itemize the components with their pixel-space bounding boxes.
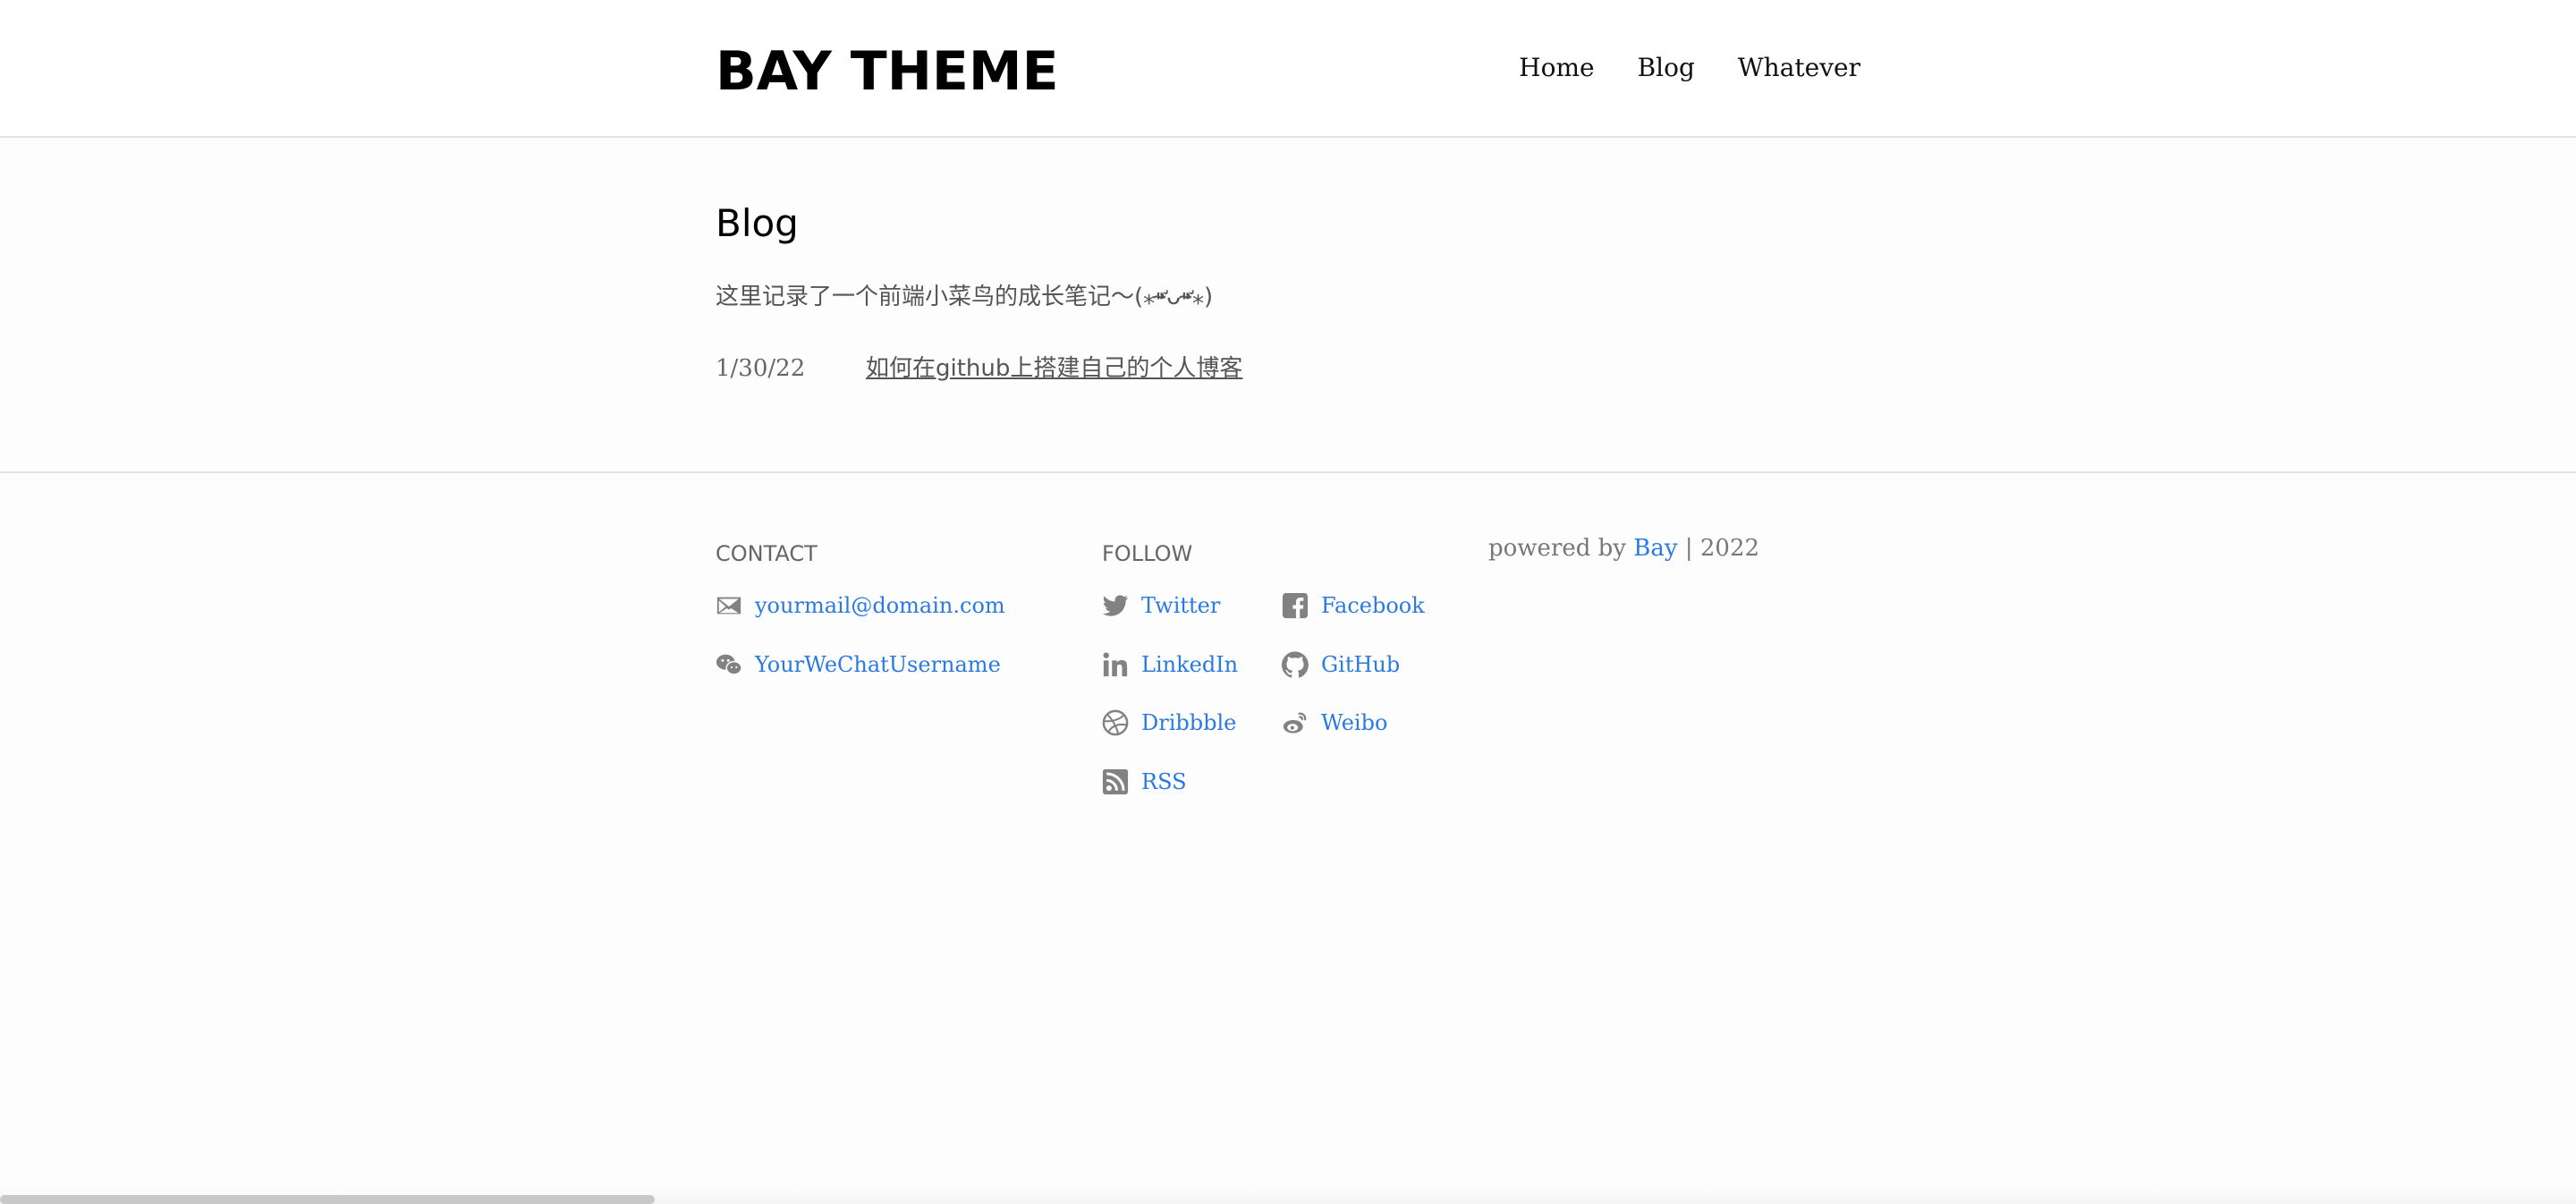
site-header: BAY THEME Home Blog Whatever [0,0,2576,138]
github-icon [1282,651,1309,678]
post-title-link[interactable]: 如何在github上搭建自己的个人博客 [866,351,1242,386]
powered-year: 2022 [1699,535,1760,562]
powered-prefix: powered by [1488,535,1626,562]
post-date: 1/30/22 [716,355,806,382]
contact-wechat-item: YourWeChatUsername [716,649,1001,681]
wechat-icon [716,651,742,678]
follow-github-item: GitHub [1282,649,1400,681]
follow-twitter-item: Twitter [1102,589,1220,622]
facebook-icon [1282,592,1309,619]
follow-linkedin-link[interactable]: LinkedIn [1141,649,1238,681]
site-logo[interactable]: BAY THEME [716,36,1059,107]
twitter-icon [1102,592,1129,619]
follow-rss-link[interactable]: RSS [1141,766,1187,798]
follow-twitter-link[interactable]: Twitter [1141,589,1220,622]
contact-email-link[interactable]: yourmail@domain.com [755,589,1005,622]
nav-whatever[interactable]: Whatever [1738,50,1860,86]
scrollbar-thumb[interactable] [0,1195,655,1204]
follow-linkedin-item: LinkedIn [1102,649,1238,681]
linkedin-icon [1102,651,1129,678]
dribbble-icon [1102,709,1129,736]
blog-intro: 这里记录了一个前端小菜鸟的成长笔记～(⁎⁍̴̛ᴗ⁍̴̛⁎) [716,284,1214,310]
footer-divider [0,471,2576,473]
page-title: Blog [716,201,799,245]
mail-icon [716,592,742,619]
powered-separator: | [1684,535,1693,562]
follow-weibo-item: Weibo [1282,707,1387,739]
nav-blog[interactable]: Blog [1638,50,1695,86]
rss-icon [1102,768,1129,795]
horizontal-scrollbar[interactable] [0,1186,2576,1204]
contact-heading: CONTACT [716,541,818,566]
follow-heading: FOLLOW [1102,541,1193,566]
main-nav: Home Blog Whatever [1519,50,1860,86]
follow-rss-item: RSS [1102,766,1187,798]
follow-facebook-item: Facebook [1282,589,1425,622]
contact-wechat-link[interactable]: YourWeChatUsername [755,649,1001,681]
follow-github-link[interactable]: GitHub [1321,649,1400,681]
bay-link[interactable]: Bay [1633,535,1677,562]
contact-email-item: yourmail@domain.com [716,589,1005,622]
follow-facebook-link[interactable]: Facebook [1321,589,1425,622]
weibo-icon [1282,709,1309,736]
follow-dribbble-item: Dribbble [1102,707,1236,739]
follow-dribbble-link[interactable]: Dribbble [1141,707,1236,739]
powered-by: powered by Bay | 2022 [1488,532,1759,564]
nav-home[interactable]: Home [1519,50,1594,86]
follow-weibo-link[interactable]: Weibo [1321,707,1387,739]
